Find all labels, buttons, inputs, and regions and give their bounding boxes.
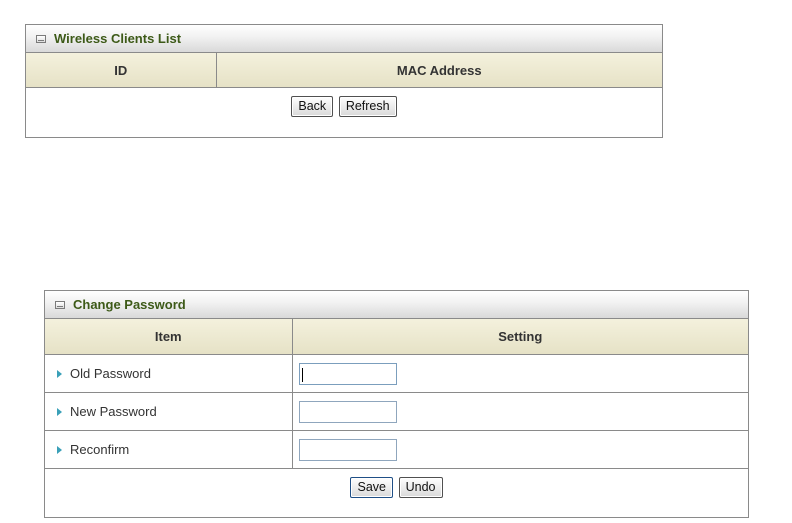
reconfirm-label: Reconfirm xyxy=(70,442,130,457)
change-password-title: Change Password xyxy=(73,297,186,312)
button-cell: Save Undo xyxy=(45,469,748,507)
old-password-input[interactable] xyxy=(298,362,397,385)
window-icon xyxy=(55,300,65,309)
refresh-button[interactable]: Refresh xyxy=(338,96,397,117)
table-header-row: ID MAC Address xyxy=(26,53,662,88)
button-cell: Back Refresh xyxy=(26,88,662,126)
wireless-clients-title-bar: Wireless Clients List xyxy=(26,25,662,53)
column-header-setting: Setting xyxy=(292,319,748,355)
old-password-label: Old Password xyxy=(70,366,151,381)
back-button[interactable]: Back xyxy=(291,96,334,117)
save-button[interactable]: Save xyxy=(350,477,393,498)
arrow-right-icon xyxy=(57,369,62,378)
change-password-table: Item Setting Old Password New Password R… xyxy=(45,319,748,506)
column-header-id: ID xyxy=(26,53,217,88)
column-header-mac-address: MAC Address xyxy=(216,53,662,88)
change-password-panel: Change Password Item Setting Old Passwor… xyxy=(44,290,749,518)
table-row: New Password xyxy=(45,392,748,431)
field-input-cell xyxy=(292,354,748,393)
table-row: Old Password xyxy=(45,354,748,393)
undo-button[interactable]: Undo xyxy=(398,477,443,498)
window-icon xyxy=(36,34,46,43)
arrow-right-icon xyxy=(57,407,62,416)
field-input-cell xyxy=(292,392,748,431)
arrow-right-icon xyxy=(57,445,62,454)
new-password-label: New Password xyxy=(70,404,157,419)
reconfirm-password-input[interactable] xyxy=(298,438,397,461)
field-label-cell: Old Password xyxy=(45,354,293,393)
change-password-title-bar: Change Password xyxy=(45,291,748,319)
button-row: Back Refresh xyxy=(26,88,662,126)
wireless-clients-table: ID MAC Address Back Refresh xyxy=(26,53,662,125)
field-label-cell: Reconfirm xyxy=(45,430,293,469)
field-input-cell xyxy=(292,430,748,469)
wireless-clients-title: Wireless Clients List xyxy=(54,31,182,46)
new-password-input[interactable] xyxy=(298,400,397,423)
table-header-row: Item Setting xyxy=(45,319,748,355)
column-header-item: Item xyxy=(45,319,293,355)
field-label-cell: New Password xyxy=(45,392,293,431)
wireless-clients-panel: Wireless Clients List ID MAC Address Bac… xyxy=(25,24,663,138)
button-row: Save Undo xyxy=(45,469,748,507)
table-row: Reconfirm xyxy=(45,430,748,469)
text-caret xyxy=(302,368,303,382)
